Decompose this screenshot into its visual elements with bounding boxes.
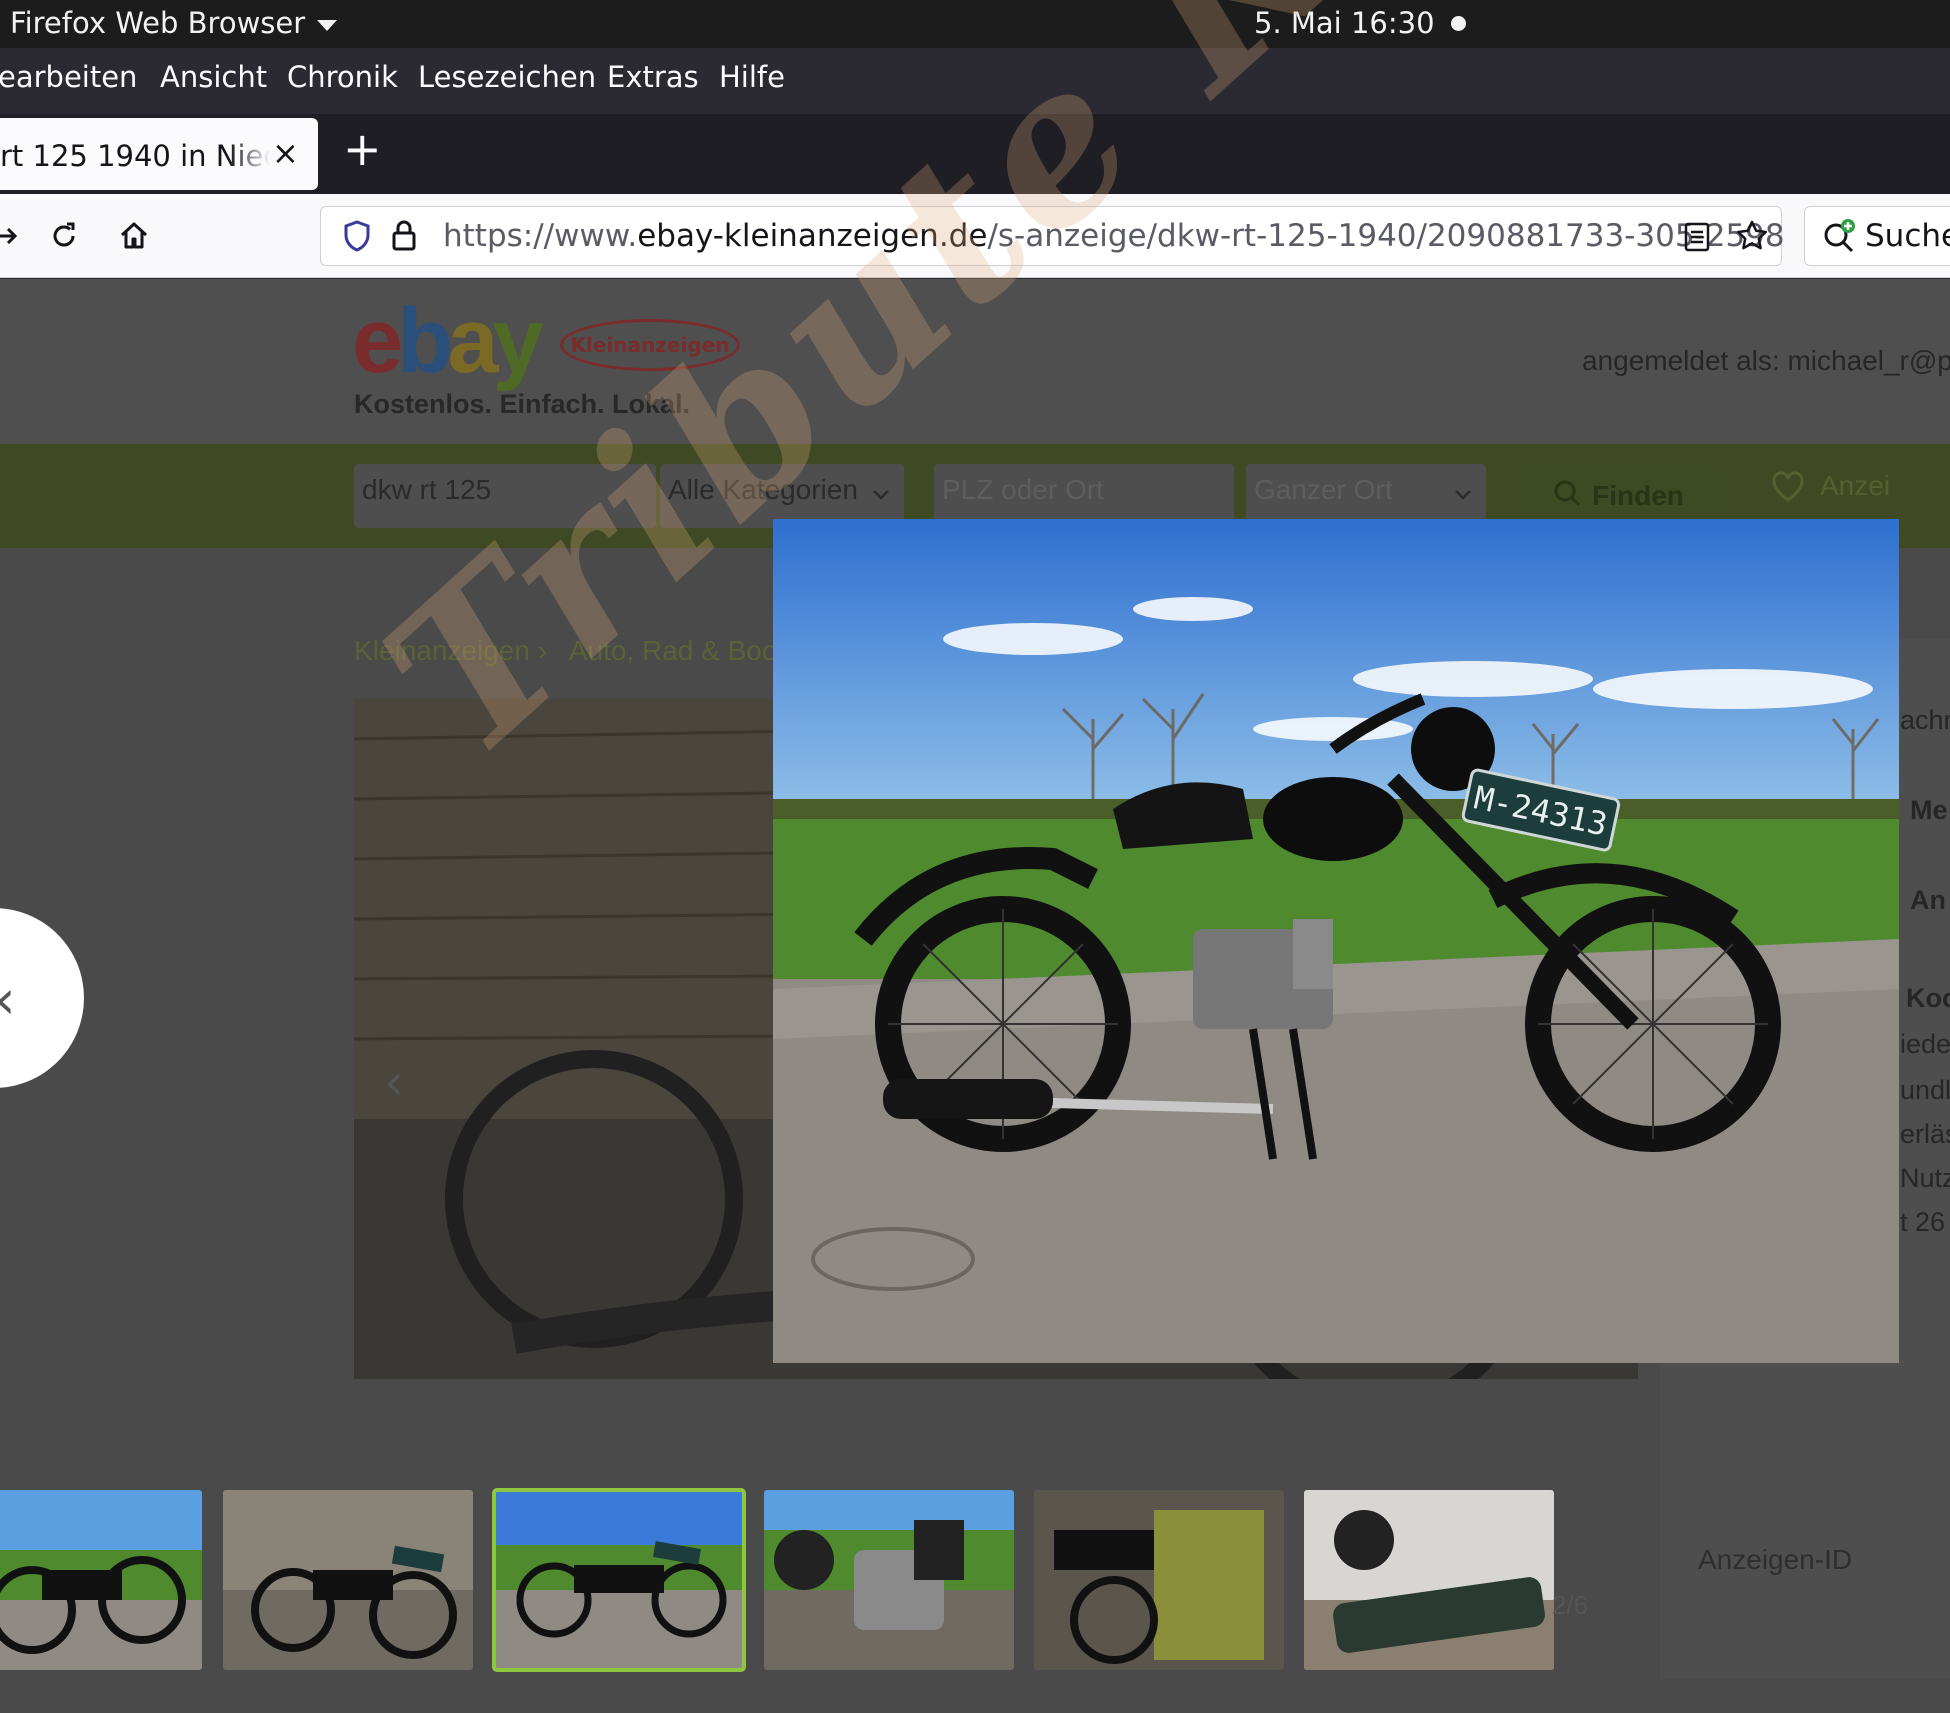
reader-view-icon[interactable] [1683,221,1711,257]
thumbnail[interactable] [0,1490,202,1670]
chevron-down-icon [317,19,338,31]
thumbnail[interactable] [1304,1490,1554,1670]
search-bar[interactable]: Suche [1804,206,1950,266]
breadcrumb-item[interactable]: Auto, Rad & Boo [569,635,778,666]
site-tagline: Kostenlos. Einfach. Lokal. [354,389,691,419]
menu-view[interactable]: Ansicht [160,60,267,94]
side-text: undli [1900,1075,1950,1105]
tab-active[interactable]: rt 125 1940 in Niede × [0,118,318,190]
side-text: Me [1910,795,1948,825]
thumbnail-active[interactable] [492,1488,746,1672]
address-bar[interactable]: https://www.ebay-kleinanzeigen.de/s-anze… [320,206,1785,266]
menu-bookmarks[interactable]: Lesezeichen [418,60,596,94]
search-icon [1821,217,1859,259]
menu-edit[interactable]: earbeiten [0,60,137,94]
side-text: iede [1900,1029,1950,1059]
url-text[interactable]: https://www.ebay-kleinanzeigen.de/s-anze… [443,218,1785,254]
url-prefix: https://www. [443,218,638,254]
side-text: t 26 [1900,1207,1946,1237]
search-icon [1552,478,1582,515]
clock[interactable]: 5. Mai 16:30 [1254,6,1435,40]
system-top-bar: Firefox Web Browser 5. Mai 16:30 [0,0,1950,48]
heart-plus-icon [1768,466,1808,513]
lightbox-image[interactable]: M-24313 [773,519,1899,1363]
side-text: An [1910,885,1946,915]
home-icon[interactable] [110,212,158,260]
app-name: Firefox Web Browser [10,6,306,40]
image-counter: 2/6 [1552,1590,1589,1620]
forward-icon[interactable] [0,212,30,260]
breadcrumb-item[interactable]: Kleinanzeigen [354,635,530,666]
tab-title: rt 125 1940 in Niede [0,139,270,173]
breadcrumb: Kleinanzeigen › Auto, Rad & Boo [354,635,777,667]
side-text: Koc [1906,983,1950,1013]
tab-strip: rt 125 1940 in Niede × + [0,114,1950,194]
site-header: ebay Kleinanzeigen Kostenlos. Einfach. L… [0,279,1950,444]
app-menu[interactable]: Firefox Web Browser [10,6,338,40]
post-ad-button[interactable]: Anzei [1772,470,1891,502]
logo-badge: Kleinanzeigen [560,319,740,371]
shield-icon[interactable] [341,219,373,257]
logged-in-user[interactable]: angemeldet als: michael_r@p [1582,345,1950,377]
site-logo[interactable]: ebay [352,289,544,394]
navigation-bar: https://www.ebay-kleinanzeigen.de/s-anze… [0,194,1950,278]
new-tab-button[interactable]: + [343,126,382,172]
thumbnail[interactable] [223,1490,473,1670]
chevron-right-icon: › [537,635,555,666]
chevron-down-icon [1452,480,1474,512]
url-path: /s-anzeige/dkw-rt-125-1940/2090881733-30… [987,218,1785,254]
lock-icon[interactable] [391,219,417,257]
thumbnail[interactable] [1034,1490,1284,1670]
radius-label: Ganzer Ort [1254,474,1393,505]
query-input[interactable]: dkw rt 125 [354,464,656,528]
thumbnail[interactable] [764,1490,1014,1670]
menu-bar: earbeiten Ansicht Chronik Lesezeichen Ex… [0,48,1950,114]
side-text: achr [1900,705,1950,735]
side-text: erläs [1900,1119,1950,1149]
svg-text:‹: ‹ [384,1053,404,1111]
bookmark-star-icon[interactable] [1735,219,1769,257]
category-label: Alle Kategorien [668,474,858,505]
ad-id-label: Anzeigen-ID [1698,1544,1853,1575]
thumbnail-strip [0,1488,1560,1672]
url-domain: ebay-kleinanzeigen.de [637,218,988,254]
post-ad-label: Anzei [1820,470,1891,501]
search-bar-label: Suche [1865,218,1950,254]
reload-icon[interactable] [40,212,88,260]
side-text: Nutz [1900,1163,1950,1193]
menu-tools[interactable]: Extras [607,60,699,94]
tab-close-icon[interactable]: × [272,134,299,172]
chevron-down-icon [870,480,892,512]
menu-help[interactable]: Hilfe [719,60,785,94]
menu-history[interactable]: Chronik [287,60,398,94]
chevron-left-icon: ‹ [0,968,16,1031]
notification-dot-icon [1451,16,1466,31]
find-button-label: Finden [1592,480,1684,511]
